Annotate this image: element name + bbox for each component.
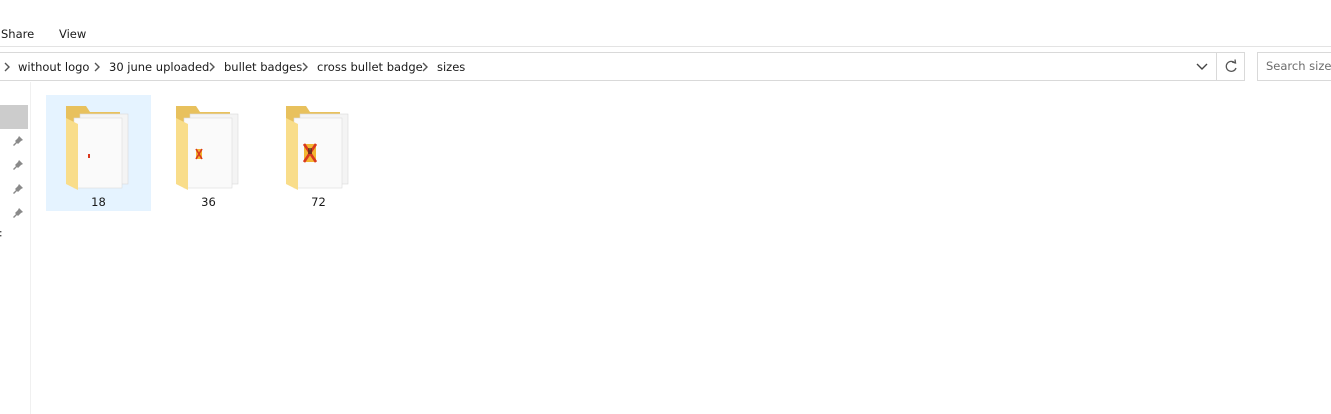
nav-item-fragment [0, 231, 2, 237]
folder-icon [66, 106, 129, 190]
navigation-pane [0, 82, 31, 414]
badge-thumbnail [302, 143, 318, 163]
search-box[interactable] [1257, 52, 1331, 81]
breadcrumb-30-june-uploaded[interactable]: 30 june uploaded [109, 60, 209, 74]
breadcrumb-bullet-badges[interactable]: bullet badges [224, 60, 302, 74]
refresh-icon[interactable] [1216, 53, 1245, 80]
search-input[interactable] [1266, 59, 1331, 73]
breadcrumb-cross-bullet-badge[interactable]: cross bullet badge [317, 60, 423, 74]
nav-item-selected[interactable] [0, 105, 28, 129]
breadcrumb-sizes[interactable]: sizes [437, 60, 465, 74]
pin-icon[interactable] [12, 135, 24, 147]
breadcrumb-chevron-icon[interactable] [92, 61, 102, 73]
folder-name: 72 [311, 195, 326, 209]
folder-item-18[interactable]: 18 [46, 95, 151, 211]
folder-name: 36 [201, 195, 216, 209]
folder-icon [176, 106, 239, 190]
breadcrumb-chevron-icon[interactable] [207, 61, 217, 73]
badge-thumbnail [195, 148, 203, 160]
tab-share[interactable]: Share [1, 27, 34, 41]
chevron-down-icon[interactable] [1190, 53, 1214, 80]
breadcrumb-chevron-icon[interactable] [300, 61, 310, 73]
tab-view[interactable]: View [59, 27, 86, 41]
ribbon-tabs: Share View [0, 24, 1331, 46]
badge-thumbnail [88, 154, 90, 158]
folder-name: 18 [91, 195, 106, 209]
folder-item-36[interactable]: 36 [156, 95, 261, 211]
pin-icon[interactable] [12, 159, 24, 171]
folder-icon [286, 106, 349, 190]
pin-icon[interactable] [12, 207, 24, 219]
folder-item-72[interactable]: 72 [266, 95, 371, 211]
breadcrumb-chevron-icon[interactable] [420, 61, 430, 73]
pin-icon[interactable] [12, 183, 24, 195]
ribbon-divider [0, 46, 1331, 47]
breadcrumb-chevron-icon[interactable] [2, 61, 12, 73]
address-bar[interactable]: without logo 30 june uploaded bullet bad… [0, 52, 1245, 81]
breadcrumb-without-logo[interactable]: without logo [18, 60, 89, 74]
